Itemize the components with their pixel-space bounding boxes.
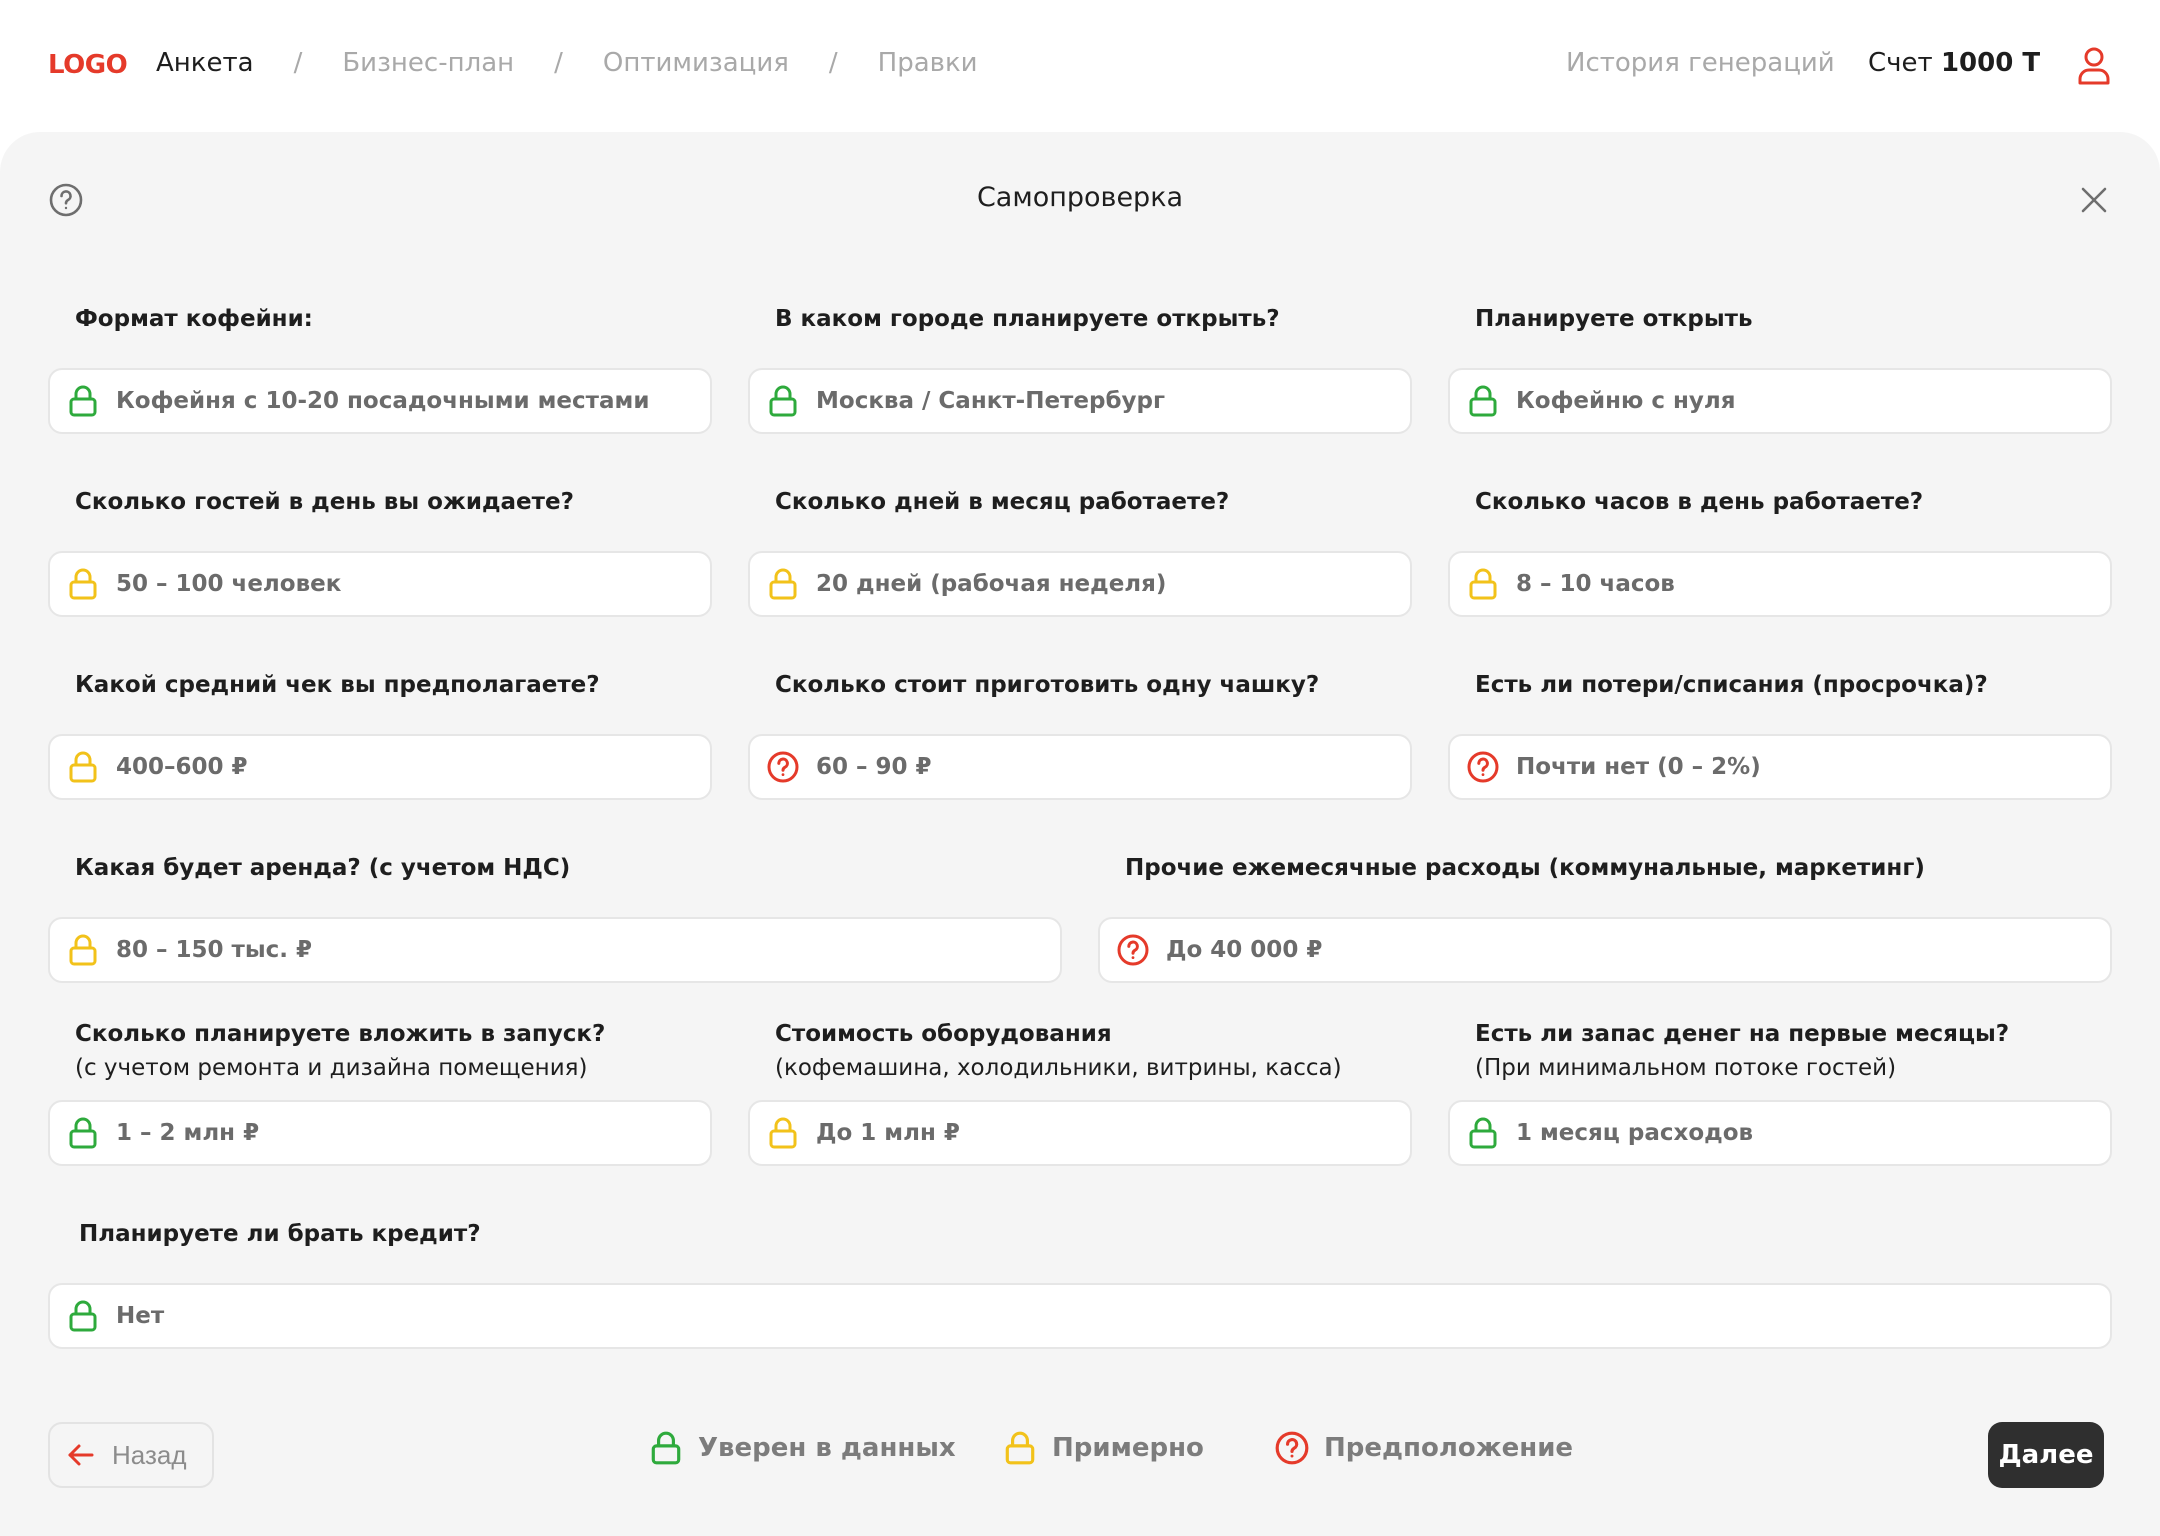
field-label-text: Есть ли запас денег на первые месяцы? bbox=[1475, 1021, 2010, 1047]
field-label-days-per-month: Сколько дней в месяц работаете? bbox=[775, 489, 1230, 515]
legend-item-approximate: Примерно bbox=[1002, 1430, 1204, 1466]
breadcrumb-separator: / bbox=[293, 48, 303, 78]
legend-label: Предположение bbox=[1324, 1433, 1574, 1463]
field-cash-reserve[interactable]: 1 месяц расходов bbox=[1448, 1100, 2112, 1166]
field-label-guests-per-day: Сколько гостей в день вы ожидаете? bbox=[75, 489, 574, 515]
field-value: До 40 000 ₽ bbox=[1166, 937, 1323, 963]
field-value: До 1 млн ₽ bbox=[816, 1120, 960, 1146]
field-launch-investment[interactable]: 1 – 2 млн ₽ bbox=[48, 1100, 712, 1166]
balance: Счет 1000 Т bbox=[1868, 48, 2040, 78]
field-label-equipment-cost: Стоимость оборудования (кофемашина, холо… bbox=[775, 1017, 1342, 1085]
field-label-text: Стоимость оборудования bbox=[775, 1021, 1112, 1047]
balance-value: 1000 Т bbox=[1940, 48, 2041, 78]
breadcrumb-item-business-plan[interactable]: Бизнес-план bbox=[342, 48, 514, 78]
field-label-coffee-format: Формат кофейни: bbox=[75, 306, 313, 332]
lock-icon bbox=[1466, 1116, 1500, 1150]
legend-item-confident: Уверен в данных bbox=[648, 1430, 956, 1466]
back-label: Назад bbox=[112, 1439, 187, 1470]
lock-icon bbox=[66, 384, 100, 418]
user-icon[interactable] bbox=[2076, 46, 2112, 86]
balance-prefix: Счет bbox=[1868, 48, 1933, 78]
field-value: 50 – 100 человек bbox=[116, 571, 342, 597]
question-circle-icon bbox=[766, 750, 800, 784]
field-sublabel: (кофемашина, холодильники, витрины, касс… bbox=[775, 1055, 1342, 1081]
lock-icon bbox=[1466, 567, 1500, 601]
field-label-cash-reserve: Есть ли запас денег на первые месяцы? (П… bbox=[1475, 1017, 2009, 1085]
field-value: Москва / Санкт-Петербург bbox=[816, 388, 1165, 414]
field-other-expenses[interactable]: До 40 000 ₽ bbox=[1098, 917, 2112, 983]
top-bar: LOGO Анкета / Бизнес-план / Оптимизация … bbox=[0, 0, 2160, 132]
field-guests-per-day[interactable]: 50 – 100 человек bbox=[48, 551, 712, 617]
field-label-launch-investment: Сколько планируете вложить в запуск? (с … bbox=[75, 1017, 605, 1085]
field-value: 8 – 10 часов bbox=[1516, 571, 1675, 597]
lock-icon bbox=[66, 1299, 100, 1333]
back-button[interactable]: Назад bbox=[48, 1422, 214, 1488]
field-label-cup-cost: Сколько стоит приготовить одну чашку? bbox=[775, 672, 1320, 698]
lock-icon bbox=[66, 1116, 100, 1150]
legend-item-assumption: Предположение bbox=[1274, 1430, 1573, 1466]
field-opening-type[interactable]: Кофейню с нуля bbox=[1448, 368, 2112, 434]
field-value: Нет bbox=[116, 1303, 165, 1329]
lock-icon bbox=[66, 933, 100, 967]
lock-icon bbox=[766, 567, 800, 601]
field-hours-per-day[interactable]: 8 – 10 часов bbox=[1448, 551, 2112, 617]
field-label-text: Сколько планируете вложить в запуск? bbox=[75, 1021, 606, 1047]
lock-icon bbox=[648, 1430, 684, 1466]
field-equipment-cost[interactable]: До 1 млн ₽ bbox=[748, 1100, 1412, 1166]
field-sublabel: (При минимальном потоке гостей) bbox=[1475, 1055, 1897, 1081]
field-city[interactable]: Москва / Санкт-Петербург bbox=[748, 368, 1412, 434]
field-value: 60 – 90 ₽ bbox=[816, 754, 932, 780]
field-value: Почти нет (0 – 2%) bbox=[1516, 754, 1761, 780]
field-coffee-format[interactable]: Кофейня с 10-20 посадочными местами bbox=[48, 368, 712, 434]
lock-icon bbox=[766, 1116, 800, 1150]
field-value: Кофейню с нуля bbox=[1516, 388, 1736, 414]
arrow-left-icon bbox=[66, 1440, 96, 1470]
breadcrumb: Анкета / Бизнес-план / Оптимизация / Пра… bbox=[156, 48, 978, 78]
field-credit[interactable]: Нет bbox=[48, 1283, 2112, 1349]
breadcrumb-separator: / bbox=[554, 48, 563, 78]
history-link[interactable]: История генераций bbox=[1566, 48, 1835, 78]
breadcrumb-item-optimization[interactable]: Оптимизация bbox=[603, 48, 789, 78]
field-label-average-check: Какой средний чек вы предполагаете? bbox=[75, 672, 600, 698]
lock-icon bbox=[66, 750, 100, 784]
field-days-per-month[interactable]: 20 дней (рабочая неделя) bbox=[748, 551, 1412, 617]
logo[interactable]: LOGO bbox=[48, 50, 128, 80]
panel-title: Самопроверка bbox=[976, 182, 1184, 213]
field-sublabel: (с учетом ремонта и дизайна помещения) bbox=[75, 1055, 588, 1081]
breadcrumb-separator: / bbox=[828, 48, 838, 78]
field-label-city: В каком городе планируете открыть? bbox=[775, 306, 1280, 332]
lock-icon bbox=[66, 567, 100, 601]
lock-icon bbox=[766, 384, 800, 418]
self-check-panel: Самопроверка Формат кофейни: Кофейня с 1… bbox=[0, 132, 2160, 1536]
lock-icon bbox=[1466, 384, 1500, 418]
field-label-other-expenses: Прочие ежемесячные расходы (коммунальные… bbox=[1125, 855, 1925, 881]
field-value: 1 – 2 млн ₽ bbox=[116, 1120, 260, 1146]
breadcrumb-item-anketa[interactable]: Анкета bbox=[156, 48, 254, 78]
lock-icon bbox=[1002, 1430, 1038, 1466]
close-icon[interactable] bbox=[2078, 184, 2110, 216]
field-label-losses: Есть ли потери/списания (просрочка)? bbox=[1475, 672, 1988, 698]
question-circle-icon bbox=[1274, 1430, 1310, 1466]
field-value: 80 – 150 тыс. ₽ bbox=[116, 937, 313, 963]
field-label-rent: Какая будет аренда? (с учетом НДС) bbox=[75, 855, 571, 881]
breadcrumb-item-edits[interactable]: Правки bbox=[878, 48, 978, 78]
field-value: 1 месяц расходов bbox=[1516, 1120, 1754, 1146]
field-losses[interactable]: Почти нет (0 – 2%) bbox=[1448, 734, 2112, 800]
legend-label: Примерно bbox=[1052, 1433, 1204, 1463]
field-value: 400–600 ₽ bbox=[116, 754, 248, 780]
next-button[interactable]: Далее bbox=[1988, 1422, 2104, 1488]
field-rent[interactable]: 80 – 150 тыс. ₽ bbox=[48, 917, 1062, 983]
field-value: 20 дней (рабочая неделя) bbox=[816, 571, 1167, 597]
field-average-check[interactable]: 400–600 ₽ bbox=[48, 734, 712, 800]
field-label-opening-type: Планируете открыть bbox=[1475, 306, 1753, 332]
field-label-hours-per-day: Сколько часов в день работаете? bbox=[1475, 489, 1924, 515]
field-label-credit: Планируете ли брать кредит? bbox=[79, 1221, 481, 1247]
question-circle-icon bbox=[1116, 933, 1150, 967]
field-cup-cost[interactable]: 60 – 90 ₽ bbox=[748, 734, 1412, 800]
legend-label: Уверен в данных bbox=[698, 1433, 956, 1463]
question-circle-icon bbox=[1466, 750, 1500, 784]
field-value: Кофейня с 10-20 посадочными местами bbox=[116, 388, 650, 414]
